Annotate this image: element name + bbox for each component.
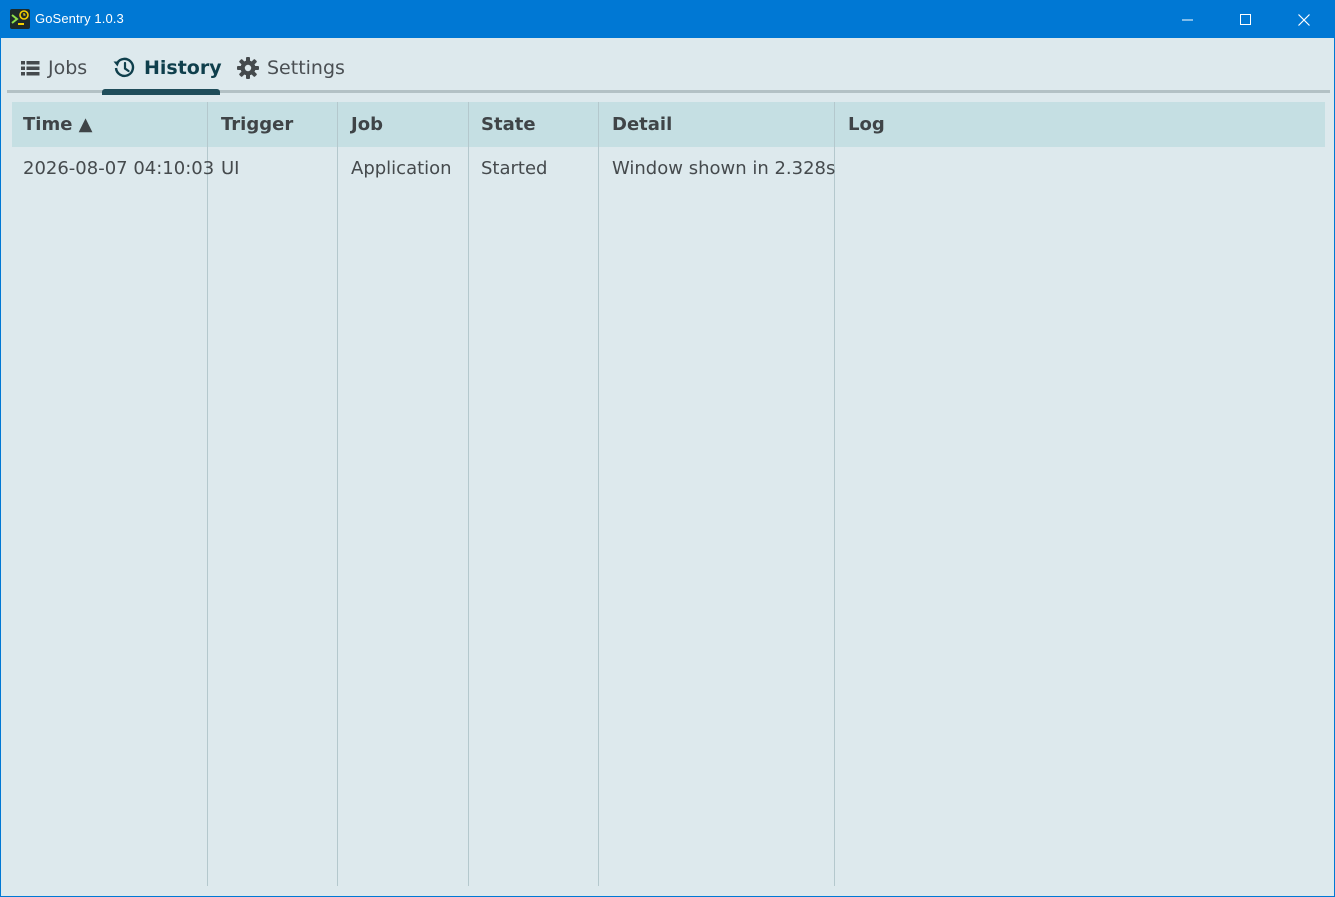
column-divider[interactable] bbox=[834, 102, 835, 886]
active-tab-indicator bbox=[102, 89, 220, 95]
minimize-icon bbox=[1182, 19, 1193, 21]
column-divider[interactable] bbox=[207, 102, 208, 886]
maximize-button[interactable] bbox=[1216, 1, 1274, 38]
gear-icon bbox=[237, 57, 259, 79]
column-header-job[interactable]: Job bbox=[351, 102, 383, 147]
cell-detail: Window shown in 2.328s bbox=[612, 158, 836, 179]
column-header-state[interactable]: State bbox=[481, 102, 536, 147]
list-icon bbox=[21, 60, 40, 75]
app-window: GoSentry 1.0.3 Jobs History Settings Tim… bbox=[0, 0, 1335, 897]
tab-bar: Jobs History Settings bbox=[1, 38, 1334, 96]
tab-settings-label: Settings bbox=[267, 57, 345, 79]
table-header: Time ▲ Trigger Job State Detail Log bbox=[12, 102, 1325, 147]
history-table: Time ▲ Trigger Job State Detail Log 2026… bbox=[12, 102, 1325, 886]
tab-jobs[interactable]: Jobs bbox=[21, 48, 87, 88]
close-icon bbox=[1298, 14, 1310, 26]
history-icon bbox=[113, 57, 135, 78]
cell-state: Started bbox=[481, 158, 548, 179]
tab-jobs-label: Jobs bbox=[48, 57, 88, 79]
cell-time: 2026-08-07 04:10:03 bbox=[23, 158, 215, 179]
column-divider[interactable] bbox=[598, 102, 599, 886]
column-divider[interactable] bbox=[337, 102, 338, 886]
maximize-icon bbox=[1240, 14, 1251, 25]
close-button[interactable] bbox=[1275, 1, 1333, 38]
column-header-trigger[interactable]: Trigger bbox=[221, 102, 293, 147]
column-divider[interactable] bbox=[468, 102, 469, 886]
tab-history-label: History bbox=[144, 57, 222, 79]
column-header-detail[interactable]: Detail bbox=[612, 102, 672, 147]
cell-trigger: UI bbox=[221, 158, 240, 179]
title-bar[interactable]: GoSentry 1.0.3 bbox=[1, 1, 1334, 38]
minimize-button[interactable] bbox=[1158, 1, 1216, 38]
app-logo-icon bbox=[10, 9, 30, 29]
column-header-time[interactable]: Time ▲ bbox=[23, 102, 93, 147]
tab-settings[interactable]: Settings bbox=[237, 48, 345, 88]
cell-job: Application bbox=[351, 158, 452, 179]
column-header-log[interactable]: Log bbox=[848, 102, 885, 147]
window-title: GoSentry 1.0.3 bbox=[35, 11, 124, 26]
tab-history[interactable]: History bbox=[113, 48, 222, 88]
